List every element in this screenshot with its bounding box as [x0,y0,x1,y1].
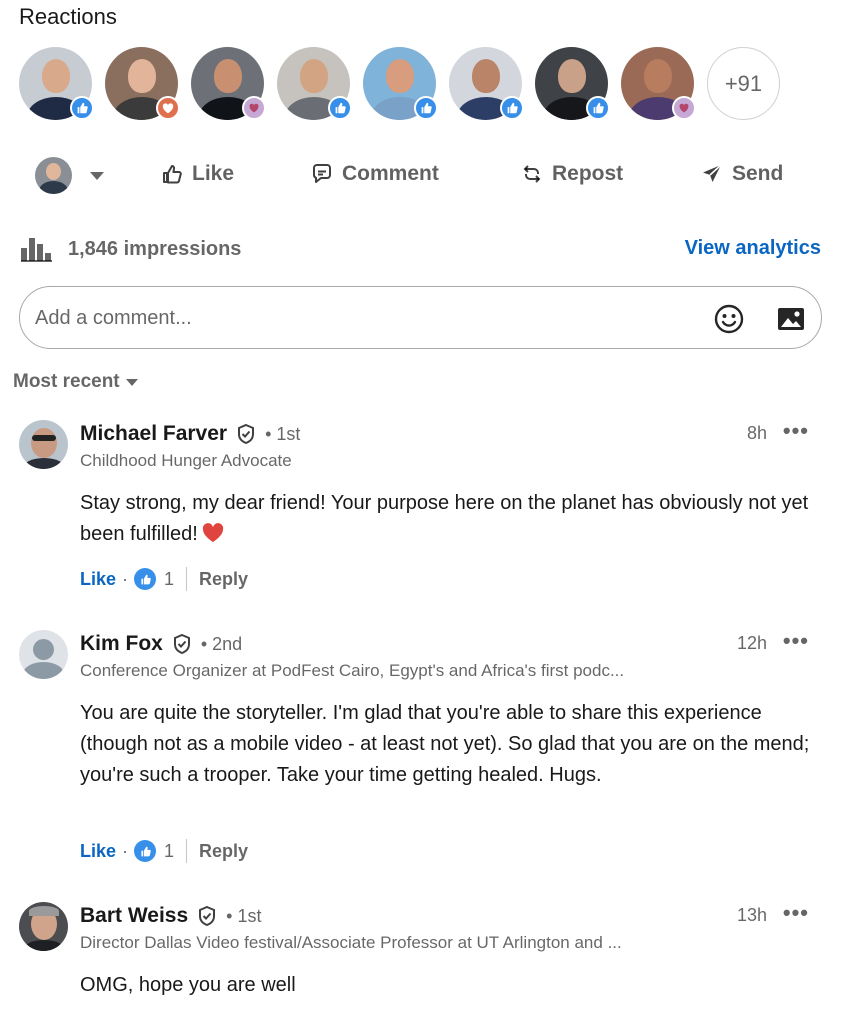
comment-sort-dropdown[interactable]: Most recent [13,371,138,393]
comment-actions: Like · 1 Reply [80,839,248,863]
commenter-avatar[interactable] [19,902,68,951]
reactor-avatar[interactable] [277,47,352,120]
comment-item: Michael Farver • 1st Childhood Hunger Ad… [0,418,845,600]
caret-down-icon [125,378,138,386]
more-reactions-button[interactable]: +91 [707,47,780,120]
image-icon[interactable] [775,303,807,335]
commenter-name[interactable]: Michael Farver [80,422,227,446]
comment-text: OMG, hope you are well [80,974,296,996]
like-reaction-icon [586,96,610,120]
like-reaction-icon [70,96,94,120]
more-options-button[interactable]: ••• [783,900,809,926]
like-reaction-icon [328,96,352,120]
comment-item: Bart Weiss • 1st Director Dallas Video f… [0,900,845,1024]
send-label: Send [732,162,784,185]
repost-label: Repost [552,162,624,185]
like-reaction-icon [500,96,524,120]
verified-shield-icon [173,633,190,655]
commenter-headline: Conference Organizer at PodFest Cairo, E… [80,661,625,680]
commenter-headline: Childhood Hunger Advocate [80,451,292,470]
reactions-avatar-list: +91 [19,47,799,121]
comment-icon [313,164,331,183]
comment-text: Stay strong, my dear friend! Your purpos… [80,492,809,545]
more-options-button[interactable]: ••• [783,418,809,444]
reaction-count[interactable]: 1 [164,569,174,590]
reactor-avatar[interactable] [363,47,438,120]
more-options-button[interactable]: ••• [783,628,809,654]
reactor-avatar[interactable] [535,47,610,120]
support-reaction-icon [672,96,696,120]
repost-icon [523,165,541,183]
like-button[interactable]: Like [160,162,234,186]
comment-timestamp: 13h [736,905,767,925]
comment-timestamp: 8h [746,423,767,443]
reactor-avatar[interactable] [19,47,94,120]
divider [186,567,188,591]
comment-like-button[interactable]: Like [80,569,116,590]
reactions-heading: Reactions [19,4,117,29]
like-reaction-icon[interactable] [134,568,157,590]
comment-text: You are quite the storyteller. I'm glad … [80,702,810,786]
connection-degree: • 2nd [200,633,243,654]
connection-degree: • 1st [265,423,301,444]
verified-shield-icon [199,905,216,927]
comment-like-button[interactable]: Like [80,841,116,862]
impressions-stat[interactable]: 1,846 impressions [20,235,241,263]
emoji-icon[interactable] [713,303,745,335]
support-reaction-icon [242,96,266,120]
commenter-headline: Director Dallas Video festival/Associate… [80,933,622,952]
comment-label: Comment [342,162,439,185]
commenter-avatar[interactable] [19,420,68,469]
red-heart-emoji-icon [202,523,224,542]
love-reaction-icon [156,96,180,120]
comment-composer [19,286,822,349]
view-analytics-link[interactable]: View analytics [685,237,821,260]
send-button[interactable]: Send [700,162,783,186]
separator-dot: · [122,840,129,861]
reactor-avatar[interactable] [105,47,180,120]
separator-dot: · [122,568,129,589]
like-reaction-icon[interactable] [134,840,157,862]
comment-item: Kim Fox • 2nd Conference Organizer at Po… [0,628,845,880]
divider [186,839,188,863]
sort-label: Most recent [13,371,120,392]
chevron-down-icon [90,171,104,180]
reactor-avatar[interactable] [621,47,696,120]
verified-shield-icon [238,423,255,445]
commenter-name[interactable]: Kim Fox [80,632,163,656]
comment-timestamp: 12h [736,633,767,653]
comment-actions: Like · 1 Reply [80,567,248,591]
like-label: Like [192,162,235,185]
commenter-name[interactable]: Bart Weiss [80,904,188,928]
send-icon [703,164,722,182]
connection-degree: • 1st [226,905,262,926]
like-reaction-icon [414,96,438,120]
repost-button[interactable]: Repost [520,162,623,186]
bar-chart-icon [21,238,52,262]
thumbs-up-icon [163,165,182,184]
post-action-bar: Like Comment Repost Send [0,150,845,202]
comment-input[interactable] [35,301,675,335]
current-user-avatar [35,157,72,194]
impressions-count: 1,846 impressions [68,237,242,260]
reaction-count[interactable]: 1 [164,841,174,862]
commenter-avatar[interactable] [19,630,68,679]
comment-button[interactable]: Comment [310,162,439,186]
reactor-avatar[interactable] [191,47,266,120]
reply-button[interactable]: Reply [199,841,248,862]
reactor-avatar[interactable] [449,47,524,120]
actor-switcher[interactable] [35,157,104,194]
reply-button[interactable]: Reply [199,569,248,590]
